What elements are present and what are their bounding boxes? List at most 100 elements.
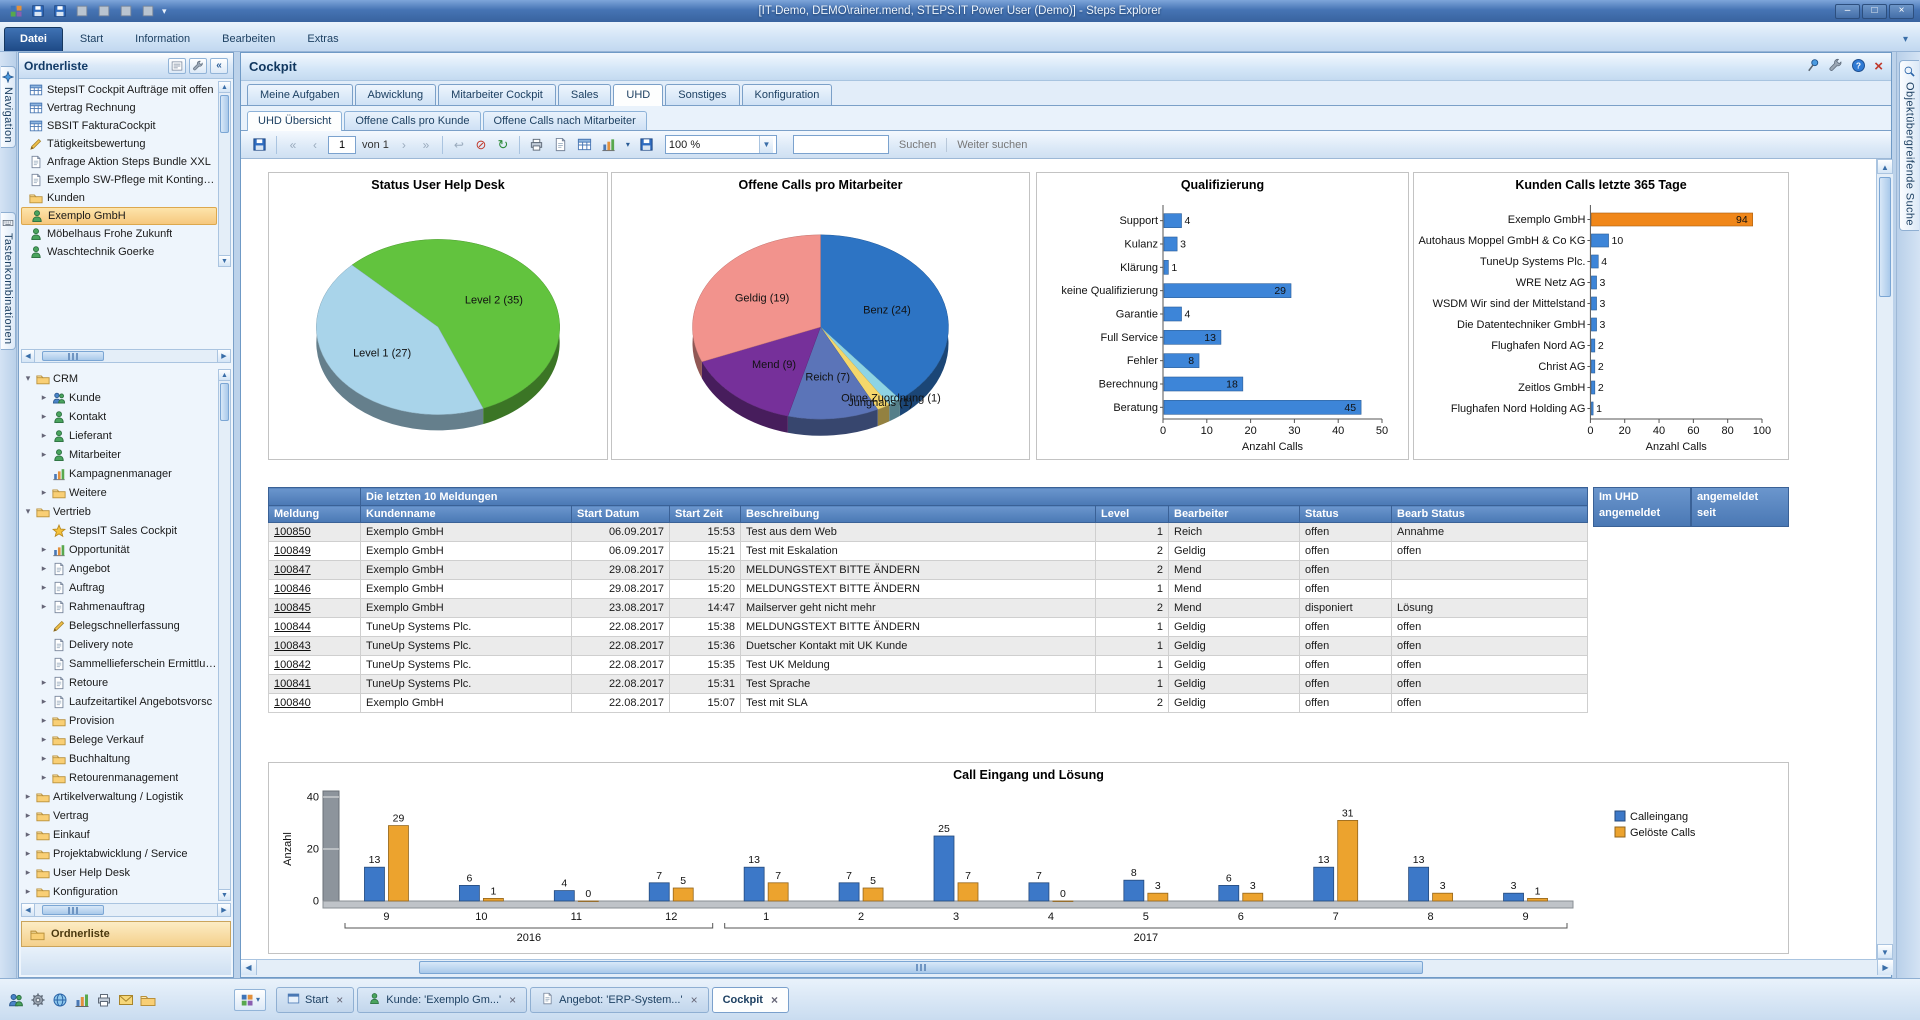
chevron-down-icon[interactable]: ▾ (1895, 34, 1916, 51)
tab-meine-aufgaben[interactable]: Meine Aufgaben (247, 84, 353, 105)
tree-item-vertrieb[interactable]: ▾ Vertrieb (21, 502, 217, 521)
tree-item-artikelverwaltung-logistik[interactable]: ▸ Artikelverwaltung / Logistik (21, 787, 217, 806)
wrench-icon[interactable] (1828, 58, 1843, 76)
wrench-icon[interactable] (189, 57, 207, 74)
ordnerliste-button[interactable]: Ordnerliste (21, 921, 231, 947)
menu-item-bearbeiten[interactable]: Bearbeiten (207, 28, 290, 51)
minimize-button[interactable]: – (1835, 3, 1860, 19)
tree-item-auftrag[interactable]: ▸ Auftrag (21, 578, 217, 597)
sidebar-item-waschtechnik-goerke[interactable]: Waschtechnik Goerke (21, 243, 217, 261)
sidebar-item-exemplo-sw-pflege-mit-kontingent[interactable]: Exemplo SW-Pflege mit Kontingent (21, 171, 217, 189)
tree-item-weitere[interactable]: ▸ Weitere (21, 483, 217, 502)
expander-icon[interactable]: ▸ (39, 411, 49, 422)
expander-icon[interactable]: ▸ (23, 829, 33, 840)
sidebar-item-stepsit-cockpit-auftraege-mit-offen[interactable]: StepsIT Cockpit Aufträge mit offen (21, 81, 217, 99)
print-preview-icon[interactable] (94, 3, 113, 20)
chart-icon[interactable] (74, 992, 90, 1008)
sidebar-item-taetigkeitsbewertung[interactable]: Tätigkeitsbewertung (21, 135, 217, 153)
column-header-im-uhd-angemeldet[interactable]: Im UHD angemeldet (1593, 487, 1691, 527)
column-header-kundenname[interactable]: Kundenname (360, 505, 572, 523)
tree-item-kampagnenmanager[interactable]: Kampagnenmanager (21, 464, 217, 483)
folder-icon[interactable] (140, 992, 156, 1008)
mail-icon[interactable] (118, 992, 134, 1008)
tree-item-provision[interactable]: ▸ Provision (21, 711, 217, 730)
tree-item-crm[interactable]: ▾ CRM (21, 369, 217, 388)
sidebar-item-vertrag-rechnung[interactable]: Vertrag Rechnung (21, 99, 217, 117)
window-list-button[interactable]: ▾ (234, 988, 267, 1011)
prev-page-button[interactable]: ‹ (306, 136, 324, 154)
first-page-button[interactable]: « (284, 136, 302, 154)
expander-icon[interactable]: ▾ (23, 373, 33, 384)
table-row[interactable]: 100849 Exemplo GmbH 06.09.2017 15:21 Test mi… (268, 541, 1589, 561)
column-header-status[interactable]: Status (1299, 505, 1392, 523)
close-tab-icon[interactable]: × (336, 993, 343, 1007)
tree-item-rahmenauftrag[interactable]: ▸ Rahmenauftrag (21, 597, 217, 616)
expander-icon[interactable]: ▸ (39, 563, 49, 574)
printer-icon[interactable] (96, 992, 112, 1008)
column-header-beschreibung[interactable]: Beschreibung (740, 505, 1096, 523)
column-header-meldung[interactable]: Meldung (268, 505, 361, 523)
subtab-offene-calls-pro-kunde[interactable]: Offene Calls pro Kunde (344, 111, 481, 130)
save-data-icon[interactable] (637, 135, 657, 155)
dock-tab-navigation[interactable]: Navigation (1, 66, 16, 148)
users-icon[interactable] (8, 992, 24, 1008)
tree-item-mitarbeiter[interactable]: ▸ Mitarbeiter (21, 445, 217, 464)
meldung-link[interactable]: 100846 (274, 583, 311, 595)
expander-icon[interactable]: ▸ (23, 867, 33, 878)
expander-icon[interactable]: ▸ (23, 791, 33, 802)
tree-item-delivery-note[interactable]: Delivery note (21, 635, 217, 654)
vertical-scrollbar[interactable]: ▲ ▼ (1876, 159, 1893, 959)
menu-item-extras[interactable]: Extras (292, 28, 353, 51)
expander-icon[interactable]: ▸ (23, 848, 33, 859)
table-row[interactable]: 100846 Exemplo GmbH 29.08.2017 15:20 MELDUNG… (268, 579, 1589, 599)
tab-abwicklung[interactable]: Abwicklung (354, 84, 437, 105)
meldung-link[interactable]: 100849 (274, 545, 311, 557)
close-tab-icon[interactable]: × (771, 993, 778, 1007)
column-header-level[interactable]: Level (1095, 505, 1169, 523)
menu-item-datei[interactable]: Datei (4, 27, 63, 51)
meldung-link[interactable]: 100841 (274, 678, 311, 690)
maximize-button[interactable]: □ (1862, 3, 1887, 19)
tree-item-opportunitaet[interactable]: ▸ Opportunität (21, 540, 217, 559)
tree-item-laufzeitartikel-angebotsvorsc[interactable]: ▸ Laufzeitartikel Angebotsvorsc (21, 692, 217, 711)
tree-item-retourenmanagement[interactable]: ▸ Retourenmanagement (21, 768, 217, 787)
tree-item-stepsit-sales-cockpit[interactable]: StepsIT Sales Cockpit (21, 521, 217, 540)
expander-icon[interactable]: ▸ (39, 449, 49, 460)
tree-item-vertrag[interactable]: ▸ Vertrag (21, 806, 217, 825)
tab-uhd[interactable]: UHD (613, 84, 664, 106)
print-layout-icon[interactable] (551, 135, 571, 155)
expander-icon[interactable]: ▸ (23, 810, 33, 821)
meldung-link[interactable]: 100850 (274, 526, 311, 538)
app-icon[interactable] (6, 3, 25, 20)
horizontal-scrollbar[interactable]: ◀ ▶ (241, 959, 1893, 975)
close-button[interactable]: × (1889, 3, 1914, 19)
expander-icon[interactable]: ▸ (39, 430, 49, 441)
bottom-tab-cockpit[interactable]: Cockpit × (711, 986, 789, 1013)
export-icon[interactable] (50, 3, 69, 20)
gear-icon[interactable] (30, 992, 46, 1008)
expander-icon[interactable]: ▸ (39, 392, 49, 403)
help-icon[interactable]: ? (1851, 58, 1866, 76)
print-icon[interactable] (72, 3, 91, 20)
page-number-input[interactable] (328, 135, 356, 154)
expander-icon[interactable]: ▸ (39, 734, 49, 745)
favorites-scrollbar[interactable]: ▲ ▼ (218, 81, 231, 267)
table-row[interactable]: 100843 TuneUp Systems Plc. 22.08.2017 15:36… (268, 636, 1589, 656)
globe-icon[interactable] (52, 992, 68, 1008)
tab-mitarbeiter-cockpit[interactable]: Mitarbeiter Cockpit (438, 84, 556, 105)
meldung-link[interactable]: 100845 (274, 602, 311, 614)
expander-icon[interactable]: ▸ (39, 582, 49, 593)
save-icon[interactable] (28, 3, 47, 20)
tree-scrollbar[interactable]: ▲ ▼ (218, 369, 231, 901)
close-tab-icon[interactable]: × (509, 993, 516, 1007)
refresh-icon[interactable] (138, 3, 157, 20)
next-page-button[interactable]: › (395, 136, 413, 154)
column-header-bearbeiter[interactable]: Bearbeiter (1168, 505, 1300, 523)
column-header-start-datum[interactable]: Start Datum (571, 505, 670, 523)
suchen-button[interactable]: Suchen (893, 139, 942, 151)
tree-item-angebot[interactable]: ▸ Angebot (21, 559, 217, 578)
chart-type-icon[interactable] (599, 135, 619, 155)
page-setup-icon[interactable] (116, 3, 135, 20)
pin-icon[interactable] (1805, 58, 1820, 76)
column-header-angemeldet-seit[interactable]: angemeldet seit (1691, 487, 1789, 527)
